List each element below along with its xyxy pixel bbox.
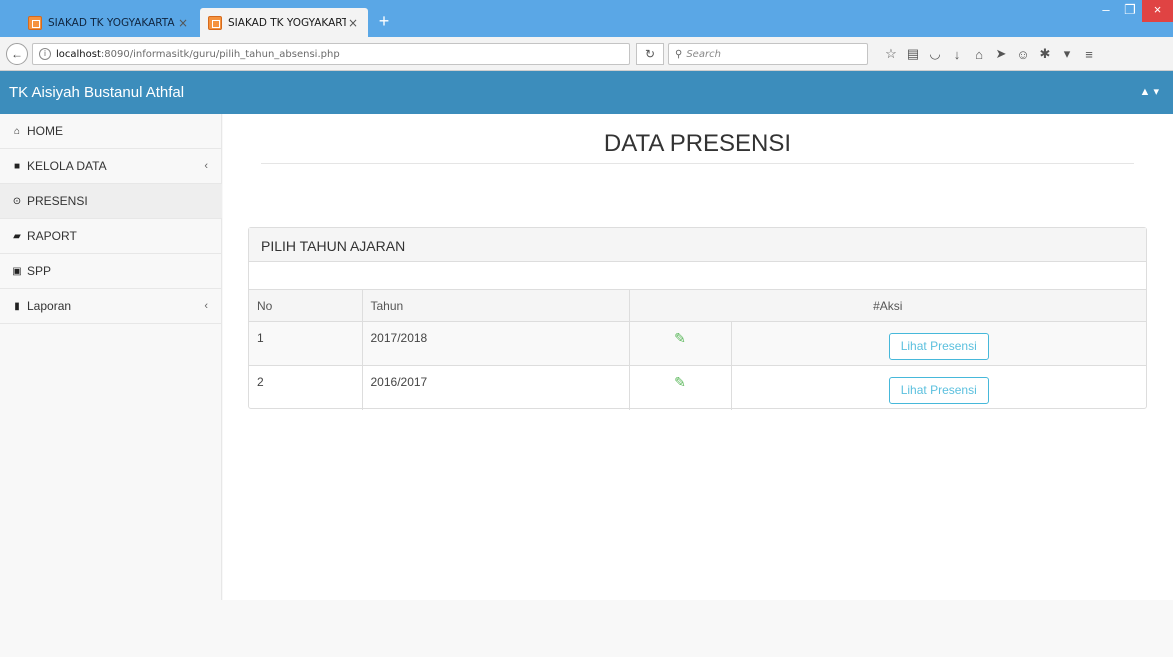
url-host: localhost — [56, 48, 101, 60]
tab-title: SIAKAD TK YOGYAKARTA — [48, 16, 175, 29]
home-icon[interactable]: ⌂ — [968, 47, 990, 62]
search-placeholder: Search — [686, 48, 721, 60]
file-icon: ▮ — [14, 300, 20, 312]
back-button[interactable]: ← — [6, 43, 28, 65]
site-favicon-icon — [28, 15, 42, 30]
chevron-left-icon: ‹ — [204, 160, 208, 172]
url-path: :8090/informasitk/guru/pilih_tahun_absen… — [100, 48, 340, 60]
browser-tab-1[interactable]: SIAKAD TK YOGYAKARTA × — [20, 8, 198, 37]
table-row: 2 2016/2017 ✎ Lihat Presensi — [249, 365, 1146, 410]
cell-edit: ✎ — [629, 365, 732, 410]
home-icon: ⌂ — [13, 125, 21, 137]
search-input[interactable]: ⚲ Search — [668, 43, 868, 65]
emoji-icon[interactable]: ☺ — [1012, 47, 1034, 62]
sidebar-item-label: PRESENSI — [27, 194, 88, 208]
table-header-row: No Tahun #Aksi — [249, 289, 1146, 322]
new-tab-button[interactable]: + — [374, 12, 394, 32]
tab-close-icon[interactable]: × — [346, 16, 360, 30]
table-row: 1 2017/2018 ✎ Lihat Presensi — [249, 321, 1146, 366]
window-minimize-button[interactable]: – — [1094, 0, 1118, 22]
menu-icon[interactable]: ≡ — [1078, 47, 1100, 62]
clock-icon: ⊙ — [12, 195, 22, 207]
sidebar: ⌂ HOME ■ KELOLA DATA ‹ ⊙ PRESENSI ▰ RAPO… — [0, 114, 222, 600]
sidebar-item-kelola-data[interactable]: ■ KELOLA DATA ‹ — [0, 149, 222, 184]
book-icon: ▰ — [13, 230, 21, 242]
sidebar-item-label: RAPORT — [27, 229, 77, 243]
money-icon: ▣ — [12, 265, 22, 277]
sidebar-item-spp[interactable]: ▣ SPP — [0, 254, 222, 289]
cell-action: Lihat Presensi — [731, 321, 1146, 366]
cell-no: 2 — [249, 365, 363, 410]
info-icon[interactable]: i — [39, 48, 51, 60]
browser-nav-bar: ← i localhost :8090/informasitk/guru/pil… — [0, 37, 1173, 71]
download-icon[interactable]: ↓ — [946, 47, 968, 62]
column-header-no: No — [249, 289, 363, 322]
sidebar-item-home[interactable]: ⌂ HOME — [0, 114, 222, 149]
sidebar-item-label: Laporan — [27, 299, 72, 313]
brand-title[interactable]: TK Aisiyah Bustanul Athfal — [9, 84, 184, 101]
browser-tab-bar: SIAKAD TK YOGYAKARTA × SIAKAD TK YOGYAKA… — [0, 0, 1173, 37]
sidebar-item-raport[interactable]: ▰ RAPORT — [0, 219, 222, 254]
cell-tahun: 2017/2018 — [362, 321, 630, 366]
chevron-left-icon: ‹ — [204, 300, 208, 312]
reading-list-icon[interactable]: ▤ — [902, 46, 924, 62]
reload-button[interactable]: ↻ — [636, 43, 664, 65]
sidebar-item-presensi[interactable]: ⊙ PRESENSI — [0, 184, 222, 219]
sidebar-item-label: SPP — [27, 264, 52, 278]
send-icon[interactable]: ➤ — [990, 46, 1012, 62]
cell-tahun: 2016/2017 — [362, 365, 630, 410]
column-header-tahun: Tahun — [362, 289, 630, 322]
panel-heading: PILIH TAHUN AJARAN — [249, 228, 1146, 262]
address-bar[interactable]: i localhost :8090/informasitk/guru/pilih… — [32, 43, 630, 65]
pocket-icon[interactable]: ◡ — [924, 46, 946, 62]
window-close-button[interactable]: × — [1142, 0, 1173, 22]
column-header-aksi: #Aksi — [629, 289, 1146, 322]
page-title: DATA PRESENSI — [603, 130, 792, 157]
tab-close-icon[interactable]: × — [176, 16, 190, 30]
search-icon: ⚲ — [675, 48, 683, 60]
cell-no: 1 — [249, 321, 363, 366]
main-content: DATA PRESENSI PILIH TAHUN AJARAN No Tahu… — [223, 114, 1173, 600]
page-footer-area — [0, 600, 1173, 657]
browser-tab-2[interactable]: SIAKAD TK YOGYAKARTA × — [200, 8, 368, 37]
overflow-icon[interactable]: ▾ — [1056, 46, 1078, 62]
folder-icon: ■ — [13, 160, 21, 172]
window-maximize-button[interactable]: ❐ — [1118, 0, 1142, 22]
lihat-presensi-button[interactable]: Lihat Presensi — [888, 333, 989, 360]
browser-toolbar: ☆ ▤ ◡ ↓ ⌂ ➤ ☺ ✱ ▾ ≡ — [880, 45, 1100, 63]
tab-title: SIAKAD TK YOGYAKARTA — [228, 16, 346, 29]
sidebar-item-laporan[interactable]: ▮ Laporan ‹ — [0, 289, 222, 324]
lihat-presensi-button[interactable]: Lihat Presensi — [888, 377, 989, 404]
sidebar-item-label: HOME — [27, 124, 63, 138]
tahun-ajaran-panel: PILIH TAHUN AJARAN No Tahun #Aksi 1 2017… — [248, 227, 1147, 410]
cell-action: Lihat Presensi — [731, 366, 1146, 410]
extension-icon[interactable]: ✱ — [1034, 46, 1056, 62]
user-menu-toggle[interactable]: ▲ ▾ — [1140, 85, 1159, 98]
pencil-icon[interactable]: ✎ — [674, 330, 686, 347]
sidebar-item-label: KELOLA DATA — [27, 159, 107, 173]
site-favicon-icon — [208, 15, 222, 30]
cell-edit: ✎ — [629, 321, 732, 366]
pencil-icon[interactable]: ✎ — [674, 374, 686, 391]
star-icon[interactable]: ☆ — [880, 46, 902, 62]
tahun-ajaran-table: No Tahun #Aksi 1 2017/2018 ✎ Lihat Prese… — [249, 289, 1146, 410]
title-divider — [261, 163, 1134, 164]
app-header: TK Aisiyah Bustanul Athfal ▲ ▾ — [0, 71, 1173, 114]
